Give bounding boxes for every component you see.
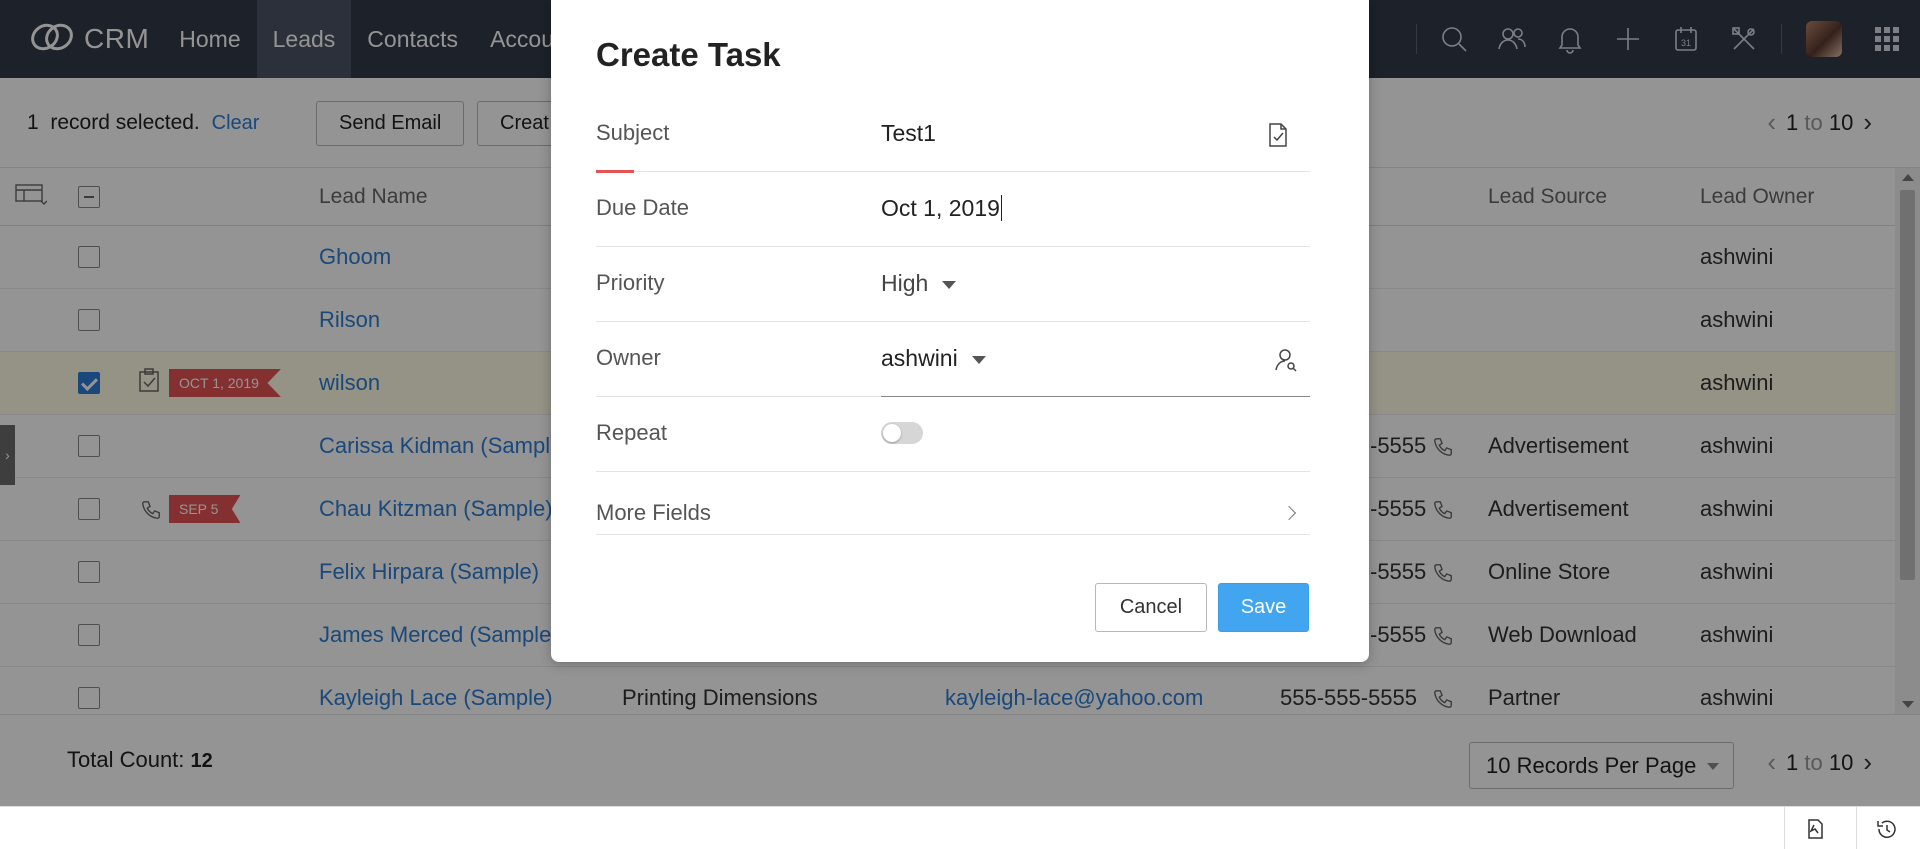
chevron-down-icon [942,280,957,289]
dialog-title: Create Task [596,36,781,73]
priority-select[interactable]: High [881,270,957,297]
due-date-value: Oct 1, 2019 [881,195,1000,221]
field-focus-indicator [596,170,634,173]
priority-label: Priority [596,270,665,295]
chevron-down-icon [971,355,986,364]
due-date-input[interactable]: Oct 1, 2019 [881,195,1009,222]
owner-select[interactable]: ashwini [881,345,986,372]
cancel-button[interactable]: Cancel [1095,583,1207,632]
owner-row: Owner ashwini [596,325,1310,397]
more-fields-label: More Fields [596,500,711,525]
text-cursor [1000,195,1009,221]
priority-value: High [881,270,929,296]
owner-label: Owner [596,345,661,370]
user-lookup-icon[interactable] [1274,347,1298,378]
create-task-dialog: Create Task Subject Test1 Due Date Oct 1… [551,0,1369,662]
recent-history-icon[interactable] [1856,807,1916,849]
subject-row: Subject Test1 [596,100,1310,173]
due-date-row: Due Date Oct 1, 2019 [596,175,1310,247]
save-button[interactable]: Save [1218,583,1309,632]
chevron-right-icon [1281,505,1297,521]
owner-field-underline [881,396,1310,397]
subject-label: Subject [596,120,670,145]
priority-row: Priority High [596,250,1310,322]
repeat-label: Repeat [596,420,667,445]
due-date-label: Due Date [596,195,689,220]
bottom-toolbar [0,806,1920,849]
subject-picker-icon[interactable] [1266,122,1290,153]
repeat-toggle[interactable] [881,422,923,444]
notes-icon[interactable] [1784,807,1844,849]
subject-input[interactable]: Test1 [881,120,936,147]
more-fields-row[interactable]: More Fields [596,462,1310,535]
owner-value: ashwini [881,345,958,371]
